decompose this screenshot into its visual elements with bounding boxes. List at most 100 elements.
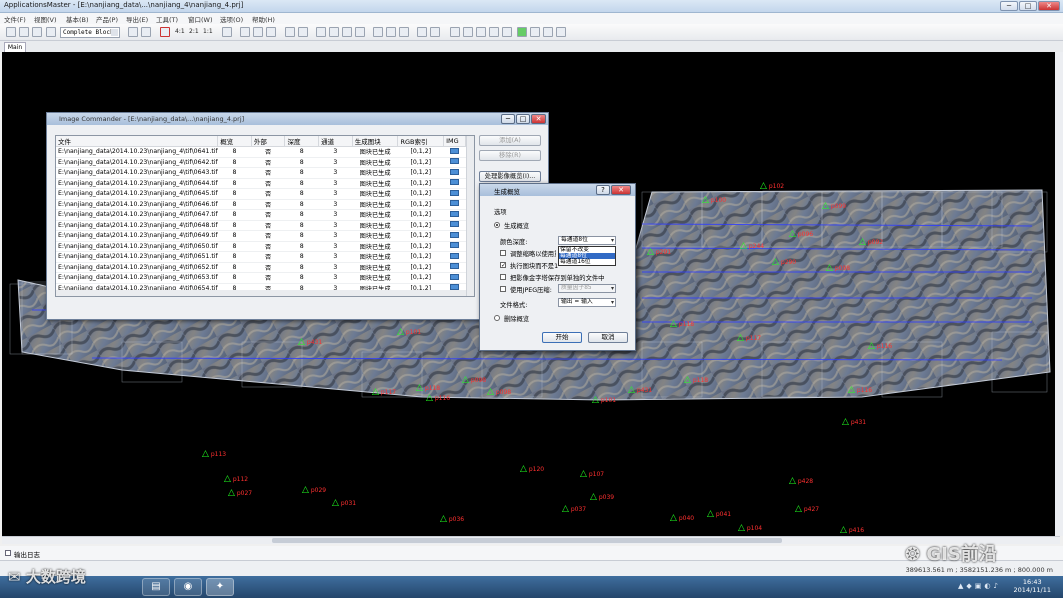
ratio-1-1[interactable]: 1:1	[203, 28, 213, 35]
control-point[interactable]: △ p116	[848, 386, 872, 395]
jpeg-quality-select[interactable]: 质量因子85	[558, 284, 616, 293]
control-point[interactable]: △ p101	[397, 328, 421, 337]
control-point[interactable]: △ p098	[462, 376, 486, 385]
mosaic-icon[interactable]	[399, 27, 409, 37]
taskbar-clock[interactable]: 16:43 2014/11/11	[1014, 578, 1051, 594]
table-row[interactable]: E:\nanjiang_data\2014.10.23\nanjiang_4\t…	[56, 241, 466, 252]
close-button[interactable]: ✕	[1038, 1, 1060, 11]
menu-view[interactable]: 视图(V)	[34, 14, 57, 24]
column-header[interactable]: 深度	[284, 136, 320, 147]
column-header[interactable]: 文件	[56, 136, 219, 147]
control-point[interactable]: △ p117	[372, 388, 396, 397]
control-point[interactable]: △ p098	[826, 264, 850, 273]
column-header[interactable]: RGB索引	[397, 136, 445, 147]
menu-tools[interactable]: 工具(T)	[156, 14, 178, 24]
table-row[interactable]: E:\nanjiang_data\2014.10.23\nanjiang_4\t…	[56, 146, 466, 158]
export-icon[interactable]	[489, 27, 499, 37]
remove-button[interactable]: 移除(R)	[479, 150, 541, 161]
menu-file[interactable]: 文件(F)	[4, 14, 26, 24]
table-row[interactable]: E:\nanjiang_data\2014.10.23\nanjiang_4\t…	[56, 157, 466, 168]
control-point[interactable]: △ p107	[580, 470, 604, 479]
control-point[interactable]: △ p118	[670, 320, 694, 329]
control-point[interactable]: △ p104	[738, 524, 762, 533]
network-edit-icon[interactable]	[530, 27, 540, 37]
pointer-icon[interactable]	[222, 27, 232, 37]
add-button[interactable]: 添加(A)	[479, 135, 541, 146]
system-tray-icons[interactable]: ▲◆▣◐♪	[958, 582, 1001, 590]
column-header[interactable]: 外部	[251, 136, 286, 147]
aerial-icon[interactable]	[386, 27, 396, 37]
tt-tool-icon[interactable]	[556, 27, 566, 37]
generate-radio[interactable]	[494, 222, 500, 228]
control-point[interactable]: △ p431	[628, 386, 652, 395]
control-point[interactable]: △ p096	[789, 230, 813, 239]
table-row[interactable]: E:\nanjiang_data\2014.10.23\nanjiang_4\t…	[56, 188, 466, 200]
menu-basic[interactable]: 基本(B)	[66, 14, 89, 24]
table-row[interactable]: E:\nanjiang_data\2014.10.23\nanjiang_4\t…	[56, 272, 466, 284]
tab-main[interactable]: Main	[4, 42, 26, 52]
open-folder-icon[interactable]	[19, 27, 29, 37]
process-overview-button[interactable]: 处理影像概览(I)...	[479, 171, 541, 182]
new-file-icon[interactable]	[6, 27, 16, 37]
align-icon[interactable]	[298, 27, 308, 37]
help-button[interactable]: ?	[596, 185, 610, 195]
tie-point-icon[interactable]	[285, 27, 295, 37]
network-icon[interactable]	[517, 27, 527, 37]
control-point[interactable]: △ p099	[822, 202, 846, 211]
zoom-icon[interactable]	[141, 27, 151, 37]
control-point[interactable]: △ p031	[332, 499, 356, 508]
control-point[interactable]: △ p291	[647, 248, 671, 257]
refresh-icon[interactable]	[253, 27, 263, 37]
control-point[interactable]: △ p040	[670, 514, 694, 523]
menu-help[interactable]: 帮助(H)	[252, 14, 275, 24]
report-icon[interactable]	[450, 27, 460, 37]
pan-hand-icon[interactable]	[128, 27, 138, 37]
table-row[interactable]: E:\nanjiang_data\2014.10.23\nanjiang_4\t…	[56, 209, 466, 221]
canvas-vertical-scrollbar[interactable]	[1055, 52, 1063, 536]
ortho-icon[interactable]	[463, 27, 473, 37]
column-header[interactable]: 概览	[217, 136, 252, 147]
maximize-button[interactable]: □	[1019, 1, 1037, 11]
canvas-horizontal-scrollbar[interactable]	[2, 536, 1060, 544]
control-point[interactable]: △ p428	[789, 477, 813, 486]
control-point[interactable]: △ p092	[859, 238, 883, 247]
column-header[interactable]: IMG	[443, 136, 466, 147]
delete-overview-radio[interactable]	[494, 315, 500, 321]
cancel-x-icon[interactable]	[160, 27, 170, 37]
control-point[interactable]: △ p041	[707, 510, 731, 519]
save-separate-checkbox[interactable]	[500, 274, 506, 280]
color-depth-select[interactable]: 每通道8位	[558, 236, 616, 245]
control-point[interactable]: △ p416	[840, 526, 864, 535]
ratio-2-1[interactable]: 2:1	[189, 28, 199, 35]
control-point[interactable]: △ p102	[760, 182, 784, 191]
control-point[interactable]: △ p098	[487, 388, 511, 397]
measure-icon[interactable]	[316, 27, 326, 37]
control-point[interactable]: △ p100	[702, 196, 726, 205]
table-vertical-scrollbar[interactable]	[466, 136, 474, 296]
control-point[interactable]: △ p118	[684, 376, 708, 385]
control-point[interactable]: △ p037	[562, 505, 586, 514]
save-icon[interactable]	[32, 27, 42, 37]
dropdown-option[interactable]: 每通道16位	[559, 259, 615, 265]
control-point[interactable]: △ p120	[520, 465, 544, 474]
control-point[interactable]: △ p290	[772, 258, 796, 267]
frame-icon[interactable]	[266, 27, 276, 37]
block-select[interactable]: Complete Block	[60, 27, 120, 38]
taskbar-app-globe[interactable]: ◉	[174, 578, 202, 596]
control-point[interactable]: △ p116	[426, 394, 450, 403]
ratio-4-1[interactable]: 4:1	[175, 28, 185, 35]
control-point[interactable]: △ p431	[298, 338, 322, 347]
dem-icon[interactable]	[476, 27, 486, 37]
scroll-thumb[interactable]	[272, 538, 782, 543]
minimize-button[interactable]: ─	[501, 114, 515, 124]
block-icon[interactable]	[46, 27, 56, 37]
table-horizontal-scrollbar[interactable]	[56, 290, 466, 296]
table-row[interactable]: E:\nanjiang_data\2014.10.23\nanjiang_4\t…	[56, 230, 466, 242]
run-icon[interactable]	[502, 27, 512, 37]
image-commander-titlebar[interactable]: Image Commander - [E:\nanjiang_data\...\…	[47, 113, 548, 125]
image-icon[interactable]	[430, 27, 440, 37]
jpeg-checkbox[interactable]	[500, 286, 506, 292]
layer-icon[interactable]	[417, 27, 427, 37]
control-point[interactable]: △ p029	[302, 486, 326, 495]
menu-export[interactable]: 导出(E)	[126, 14, 148, 24]
